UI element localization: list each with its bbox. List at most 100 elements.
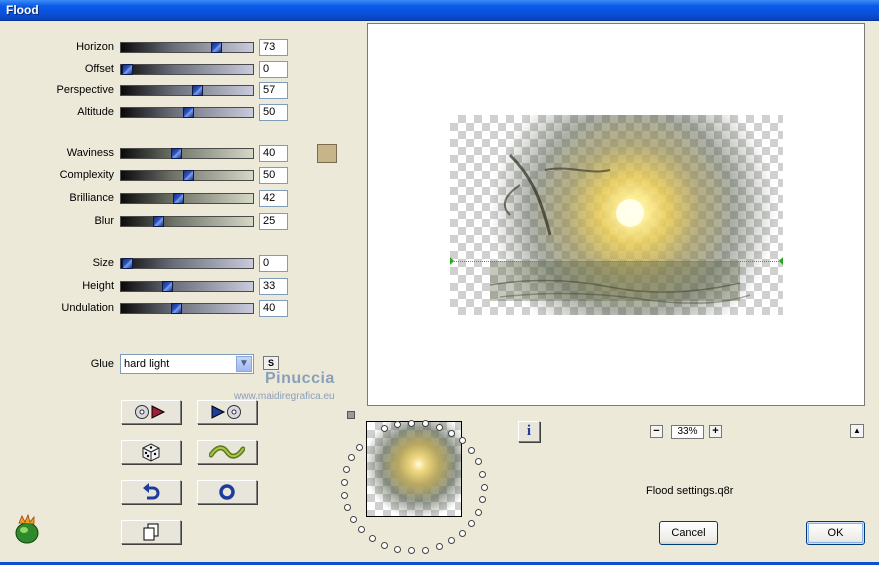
pages-icon [143, 523, 159, 541]
altitude-slider[interactable] [120, 107, 254, 118]
ring-dot [343, 466, 351, 474]
complexity-slider-thumb[interactable] [183, 170, 194, 181]
ring-dot [380, 541, 388, 549]
offset-slider[interactable] [120, 64, 254, 75]
complexity-slider[interactable] [120, 170, 254, 181]
complexity-label: Complexity [59, 169, 114, 181]
wave-icon [209, 445, 245, 459]
horizon-right-marker[interactable] [779, 257, 783, 265]
ring-dot [422, 546, 430, 554]
horizon-slider-thumb[interactable] [211, 42, 223, 53]
open-preset-button[interactable] [121, 400, 181, 424]
ring-dot [355, 443, 363, 451]
offset-slider-thumb[interactable] [122, 64, 133, 75]
perspective-slider-thumb[interactable] [191, 85, 203, 96]
save-preset-button[interactable] [197, 400, 257, 424]
waviness-value-field[interactable]: 40 [259, 145, 288, 162]
ring-dot [459, 529, 467, 537]
horizon-left-marker[interactable] [450, 257, 454, 265]
wave-button[interactable] [197, 440, 257, 464]
logo-icon [15, 514, 39, 544]
height-slider[interactable] [120, 281, 254, 292]
glue-label: Glue [90, 358, 114, 370]
perspective-slider[interactable] [120, 85, 254, 96]
info-button[interactable]: i [518, 421, 540, 442]
ring-dot [435, 543, 443, 551]
s-button[interactable]: S [263, 356, 279, 370]
complexity-value-field[interactable]: 50 [259, 167, 288, 184]
size-slider-thumb[interactable] [122, 258, 133, 269]
waviness-label: Waviness [66, 147, 114, 159]
color-swatch[interactable] [317, 144, 337, 163]
glue-select-value: hard light [124, 358, 170, 370]
brilliance-value-field[interactable]: 42 [259, 190, 288, 207]
cancel-button[interactable]: Cancel [659, 521, 718, 545]
altitude-label: Altitude [77, 106, 114, 118]
ring-dot [348, 454, 356, 462]
glue-select[interactable]: hard light ▼ [120, 354, 254, 374]
ring-dot [408, 547, 416, 555]
size-slider[interactable] [120, 258, 254, 269]
undulation-label: Undulation [61, 302, 114, 314]
undulation-slider-thumb[interactable] [170, 303, 182, 314]
ring-dot [480, 483, 488, 491]
zoom-level[interactable]: 33% [671, 425, 704, 439]
slider-row-size: Size 0 [0, 255, 300, 273]
offset-label: Offset [84, 63, 114, 75]
blur-value-field[interactable]: 25 [259, 213, 288, 230]
preview-image [450, 115, 783, 315]
preset-file-name: Flood settings.q8r [646, 485, 734, 497]
navigator-handle[interactable] [347, 411, 355, 419]
randomize-button[interactable] [121, 440, 181, 464]
ring-dot [459, 437, 467, 445]
offset-value-field[interactable]: 0 [259, 61, 288, 78]
thumbnail-scene [367, 422, 461, 516]
ring-dot [344, 504, 352, 512]
horizon-line[interactable] [450, 261, 783, 262]
height-slider-thumb[interactable] [162, 281, 174, 292]
altitude-value-field[interactable]: 50 [259, 104, 288, 121]
altitude-slider-thumb[interactable] [183, 107, 194, 118]
ring-dot [468, 447, 476, 455]
waviness-slider[interactable] [120, 148, 254, 159]
ring-dot [468, 519, 476, 527]
collapse-button[interactable]: ▲ [850, 424, 864, 438]
ring-dot [368, 534, 376, 542]
waviness-slider-thumb[interactable] [170, 148, 182, 159]
brilliance-slider[interactable] [120, 193, 254, 204]
perspective-value-field[interactable]: 57 [259, 82, 288, 99]
slider-row-offset: Offset 0 [0, 61, 300, 79]
arrow-to-disc-icon [211, 405, 241, 419]
undulation-slider[interactable] [120, 303, 254, 314]
preview-panel[interactable] [367, 23, 865, 406]
slider-row-horizon: Horizon 73 [0, 39, 300, 57]
horizon-slider[interactable] [120, 42, 254, 53]
copy-button[interactable] [121, 520, 181, 544]
undo-button[interactable] [121, 480, 181, 504]
horizon-value-field[interactable]: 73 [259, 39, 288, 56]
size-value-field[interactable]: 0 [259, 255, 288, 272]
perspective-label: Perspective [56, 84, 114, 96]
slider-row-perspective: Perspective 57 [0, 82, 300, 100]
blur-label: Blur [94, 215, 114, 227]
height-value-field[interactable]: 33 [259, 278, 288, 295]
ring-dot [435, 423, 443, 431]
dice-icon [142, 443, 160, 462]
slider-row-waviness: Waviness 40 [0, 145, 300, 163]
zoom-out-button[interactable]: − [650, 425, 663, 438]
size-label: Size [92, 257, 114, 269]
ring-dot [394, 545, 402, 553]
blur-slider[interactable] [120, 216, 254, 227]
reset-button[interactable] [197, 480, 257, 504]
brilliance-slider-thumb[interactable] [173, 193, 185, 204]
chevron-down-icon[interactable]: ▼ [236, 356, 252, 372]
ring-dot [448, 429, 456, 437]
zoom-in-button[interactable]: + [709, 425, 722, 438]
watermark-name: Pinuccia [265, 370, 335, 387]
undulation-value-field[interactable]: 40 [259, 300, 288, 317]
ring-dot [340, 479, 348, 487]
disc-with-arrow-icon [135, 405, 166, 419]
ring-dot [408, 419, 416, 427]
blur-slider-thumb[interactable] [152, 216, 164, 227]
ok-button[interactable]: OK [806, 521, 865, 545]
